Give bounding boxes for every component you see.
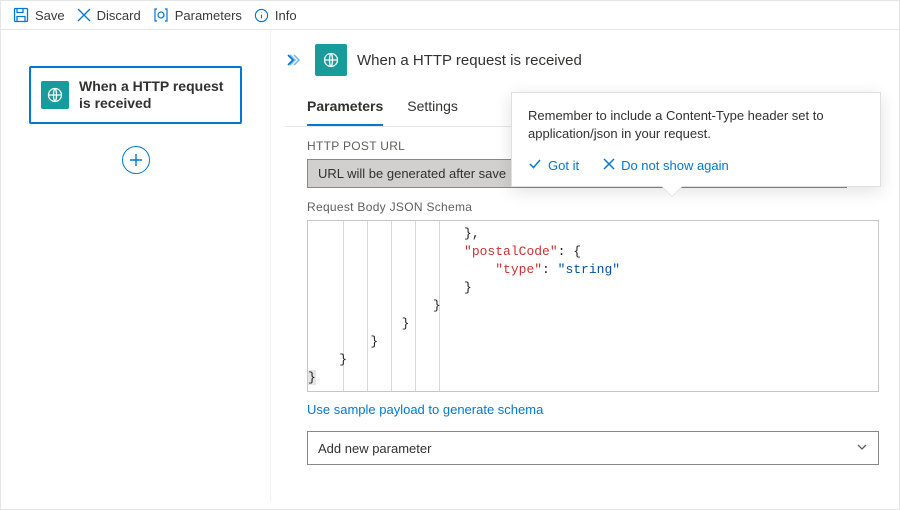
main-split: When a HTTP request is received When a H… — [1, 30, 899, 502]
parameters-button[interactable]: Parameters — [153, 7, 242, 23]
chevron-down-icon — [856, 441, 868, 456]
parameters-label: Parameters — [175, 8, 242, 23]
http-trigger-icon — [315, 44, 347, 76]
add-parameter-dropdown[interactable]: Add new parameter — [307, 431, 879, 465]
check-icon — [528, 157, 542, 174]
collapse-button[interactable] — [285, 52, 301, 68]
close-icon — [77, 8, 91, 22]
detail-header: When a HTTP request is received — [285, 44, 879, 76]
add-parameter-label: Add new parameter — [318, 441, 431, 456]
discard-button[interactable]: Discard — [77, 8, 141, 23]
top-toolbar: Save Discard Parameters Info — [1, 1, 899, 30]
detail-title: When a HTTP request is received — [357, 52, 582, 69]
info-label: Info — [275, 8, 297, 23]
schema-code: }, "postalCode": { "type": "string" } } … — [308, 225, 620, 387]
tab-settings[interactable]: Settings — [407, 92, 458, 126]
close-icon — [603, 158, 615, 173]
at-bracket-icon — [153, 7, 169, 23]
got-it-button[interactable]: Got it — [528, 157, 579, 174]
info-button[interactable]: Info — [254, 8, 297, 23]
info-icon — [254, 8, 269, 23]
schema-field-label: Request Body JSON Schema — [307, 200, 879, 214]
got-it-label: Got it — [548, 158, 579, 173]
use-sample-payload-link[interactable]: Use sample payload to generate schema — [307, 402, 543, 417]
tab-parameters[interactable]: Parameters — [307, 92, 383, 126]
add-step-button[interactable] — [122, 146, 150, 174]
trigger-card[interactable]: When a HTTP request is received — [29, 66, 242, 124]
detail-panel: When a HTTP request is received Paramete… — [271, 30, 899, 502]
callout-message: Remember to include a Content-Type heade… — [528, 107, 864, 143]
save-button[interactable]: Save — [13, 7, 65, 23]
callout-actions: Got it Do not show again — [528, 157, 864, 174]
dont-show-label: Do not show again — [621, 158, 729, 173]
dont-show-button[interactable]: Do not show again — [603, 157, 729, 174]
schema-editor[interactable]: }, "postalCode": { "type": "string" } } … — [307, 220, 879, 392]
http-trigger-icon — [41, 81, 69, 109]
designer-canvas: When a HTTP request is received — [1, 30, 271, 502]
discard-label: Discard — [97, 8, 141, 23]
save-label: Save — [35, 8, 65, 23]
save-icon — [13, 7, 29, 23]
info-callout: Remember to include a Content-Type heade… — [511, 92, 881, 187]
trigger-card-title: When a HTTP request is received — [79, 78, 230, 113]
